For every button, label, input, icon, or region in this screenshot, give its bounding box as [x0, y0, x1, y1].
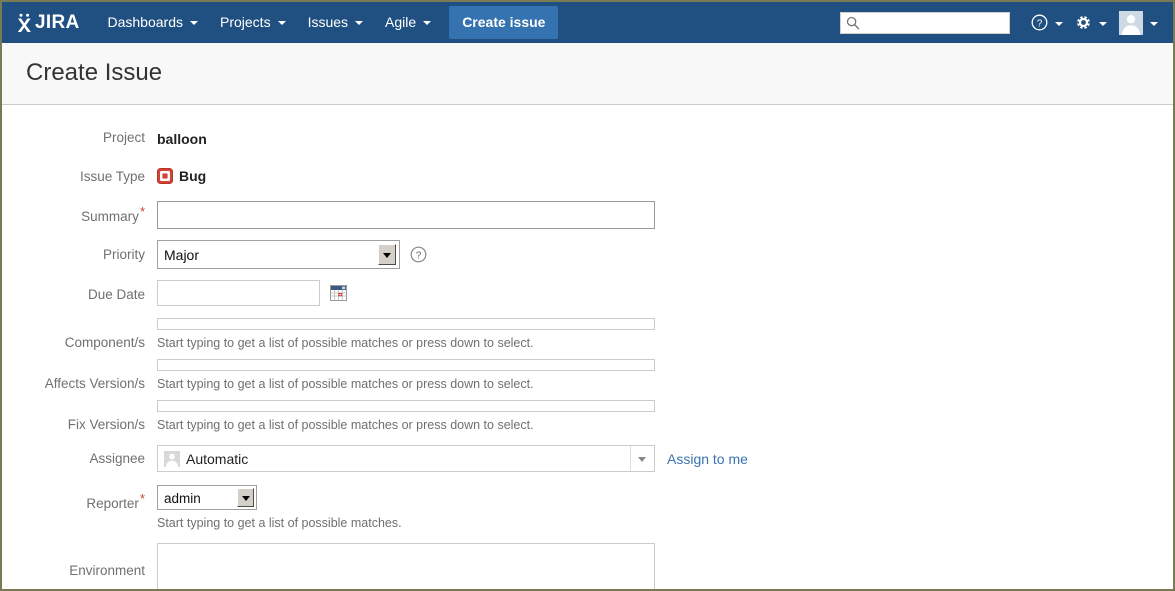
jira-logo-text: JIRA	[35, 11, 80, 33]
required-asterisk: *	[139, 203, 145, 219]
nav-item-issues[interactable]: Issues	[298, 5, 373, 40]
nav-item-projects[interactable]: Projects	[210, 5, 296, 40]
field-row-affects-versions: Affects Version/s Start typing to get a …	[2, 359, 1173, 392]
fix-versions-label: Fix Version/s	[67, 417, 145, 432]
bug-icon	[157, 168, 173, 184]
components-label: Component/s	[64, 335, 145, 350]
help-icon: ?	[1031, 14, 1048, 31]
field-row-summary: Summary*	[2, 201, 1173, 229]
chevron-down-icon	[1150, 21, 1158, 26]
jira-logo-mark	[17, 13, 31, 32]
summary-label-text: Summary	[81, 209, 139, 224]
search-input[interactable]	[840, 11, 1010, 34]
field-row-issue-type: Issue Type Bug	[2, 168, 1173, 184]
assignee-label: Assignee	[89, 451, 145, 466]
page-header: Create Issue	[2, 43, 1173, 105]
reporter-label: Reporter*	[2, 485, 157, 511]
environment-label: Environment	[69, 563, 145, 578]
field-row-assignee: Assignee Automatic Assign to me	[2, 445, 1173, 472]
calendar-icon[interactable]	[330, 285, 347, 301]
components-control: Start typing to get a list of possible m…	[157, 318, 1173, 351]
field-row-environment: Environment	[2, 543, 1173, 589]
gear-icon	[1075, 14, 1092, 31]
summary-control	[157, 201, 1173, 229]
avatar-icon	[164, 450, 180, 467]
priority-label: Priority	[102, 247, 145, 262]
nav-item-dashboards[interactable]: Dashboards	[98, 5, 209, 40]
issue-type-value: Bug	[179, 168, 207, 184]
assignee-control: Automatic Assign to me	[157, 445, 1173, 472]
field-row-components: Component/s Start typing to get a list o…	[2, 318, 1173, 351]
chevron-down-icon	[1099, 21, 1107, 26]
priority-select[interactable]: Major	[157, 240, 400, 269]
browser-window: JIRA Dashboards Projects Issues Agile Cr…	[0, 0, 1175, 591]
top-navigation-bar: JIRA Dashboards Projects Issues Agile Cr…	[2, 2, 1173, 43]
search-box	[840, 11, 1010, 34]
page-title: Create Issue	[26, 59, 163, 87]
chevron-down-icon	[630, 446, 654, 471]
nav-item-agile[interactable]: Agile	[375, 5, 441, 40]
nav-item-agile-label: Agile	[385, 14, 417, 30]
due-date-input[interactable]	[157, 280, 320, 306]
chevron-down-icon	[355, 21, 364, 25]
environment-control	[157, 543, 1173, 589]
chevron-down-icon	[423, 21, 432, 25]
priority-control: Major ?	[157, 240, 1173, 269]
help-menu-button[interactable]: ?	[1026, 7, 1068, 38]
nav-item-issues-label: Issues	[307, 14, 349, 30]
affects-versions-label: Affects Version/s	[44, 376, 145, 391]
priority-help-icon[interactable]: ?	[410, 246, 427, 263]
summary-label: Summary*	[2, 201, 157, 224]
reporter-help-text: Start typing to get a list of possible m…	[157, 516, 402, 530]
project-value: balloon	[157, 131, 207, 147]
field-row-due-date: Due Date	[2, 280, 1173, 306]
due-date-control	[157, 280, 1173, 306]
due-date-label: Due Date	[87, 287, 145, 302]
priority-selected-value: Major	[164, 247, 200, 263]
nav-item-projects-label: Projects	[220, 14, 271, 30]
svg-text:?: ?	[416, 250, 422, 261]
chevron-down-icon	[237, 488, 254, 507]
assign-to-me-link[interactable]: Assign to me	[667, 451, 748, 467]
issue-type-value-wrap: Bug	[157, 168, 1173, 184]
nav-item-dashboards-label: Dashboards	[107, 14, 184, 30]
fix-versions-help-text: Start typing to get a list of possible m…	[157, 418, 534, 432]
field-row-reporter: Reporter* admin Start typing to get a li…	[2, 485, 1173, 531]
components-multiselect[interactable]	[157, 318, 655, 330]
affects-versions-multiselect[interactable]	[157, 359, 655, 371]
chevron-down-icon	[378, 244, 396, 265]
field-row-priority: Priority Major ?	[2, 240, 1173, 269]
create-issue-button[interactable]: Create issue	[449, 6, 559, 39]
components-help-text: Start typing to get a list of possible m…	[157, 336, 534, 350]
navbar-right-group: ?	[840, 4, 1163, 42]
svg-text:?: ?	[1037, 18, 1043, 29]
field-row-fix-versions: Fix Version/s Start typing to get a list…	[2, 400, 1173, 433]
fix-versions-control: Start typing to get a list of possible m…	[157, 400, 1173, 433]
summary-input[interactable]	[157, 201, 655, 229]
assignee-selected-value: Automatic	[186, 450, 249, 467]
chevron-down-icon	[1055, 21, 1063, 26]
reporter-label-text: Reporter	[86, 496, 139, 511]
reporter-control: admin Start typing to get a list of poss…	[157, 485, 1173, 531]
assignee-select[interactable]: Automatic	[157, 445, 655, 472]
affects-versions-control: Start typing to get a list of possible m…	[157, 359, 1173, 392]
admin-settings-menu-button[interactable]	[1070, 7, 1112, 38]
jira-logo[interactable]: JIRA	[16, 12, 80, 34]
create-issue-form: Project balloon Issue Type Bug Summary*	[2, 105, 1173, 589]
issue-type-label: Issue Type	[79, 169, 145, 184]
fix-versions-multiselect[interactable]	[157, 400, 655, 412]
affects-versions-help-text: Start typing to get a list of possible m…	[157, 377, 534, 391]
required-asterisk: *	[139, 490, 145, 506]
avatar-icon	[1119, 10, 1143, 35]
chevron-down-icon	[190, 21, 198, 25]
field-row-project: Project balloon	[2, 131, 1173, 147]
environment-textarea[interactable]	[157, 543, 655, 589]
project-label: Project	[102, 130, 145, 145]
profile-menu-button[interactable]	[1114, 4, 1163, 42]
reporter-select[interactable]: admin	[157, 485, 257, 510]
project-value-wrap: balloon	[157, 131, 1173, 147]
chevron-down-icon	[277, 21, 286, 25]
